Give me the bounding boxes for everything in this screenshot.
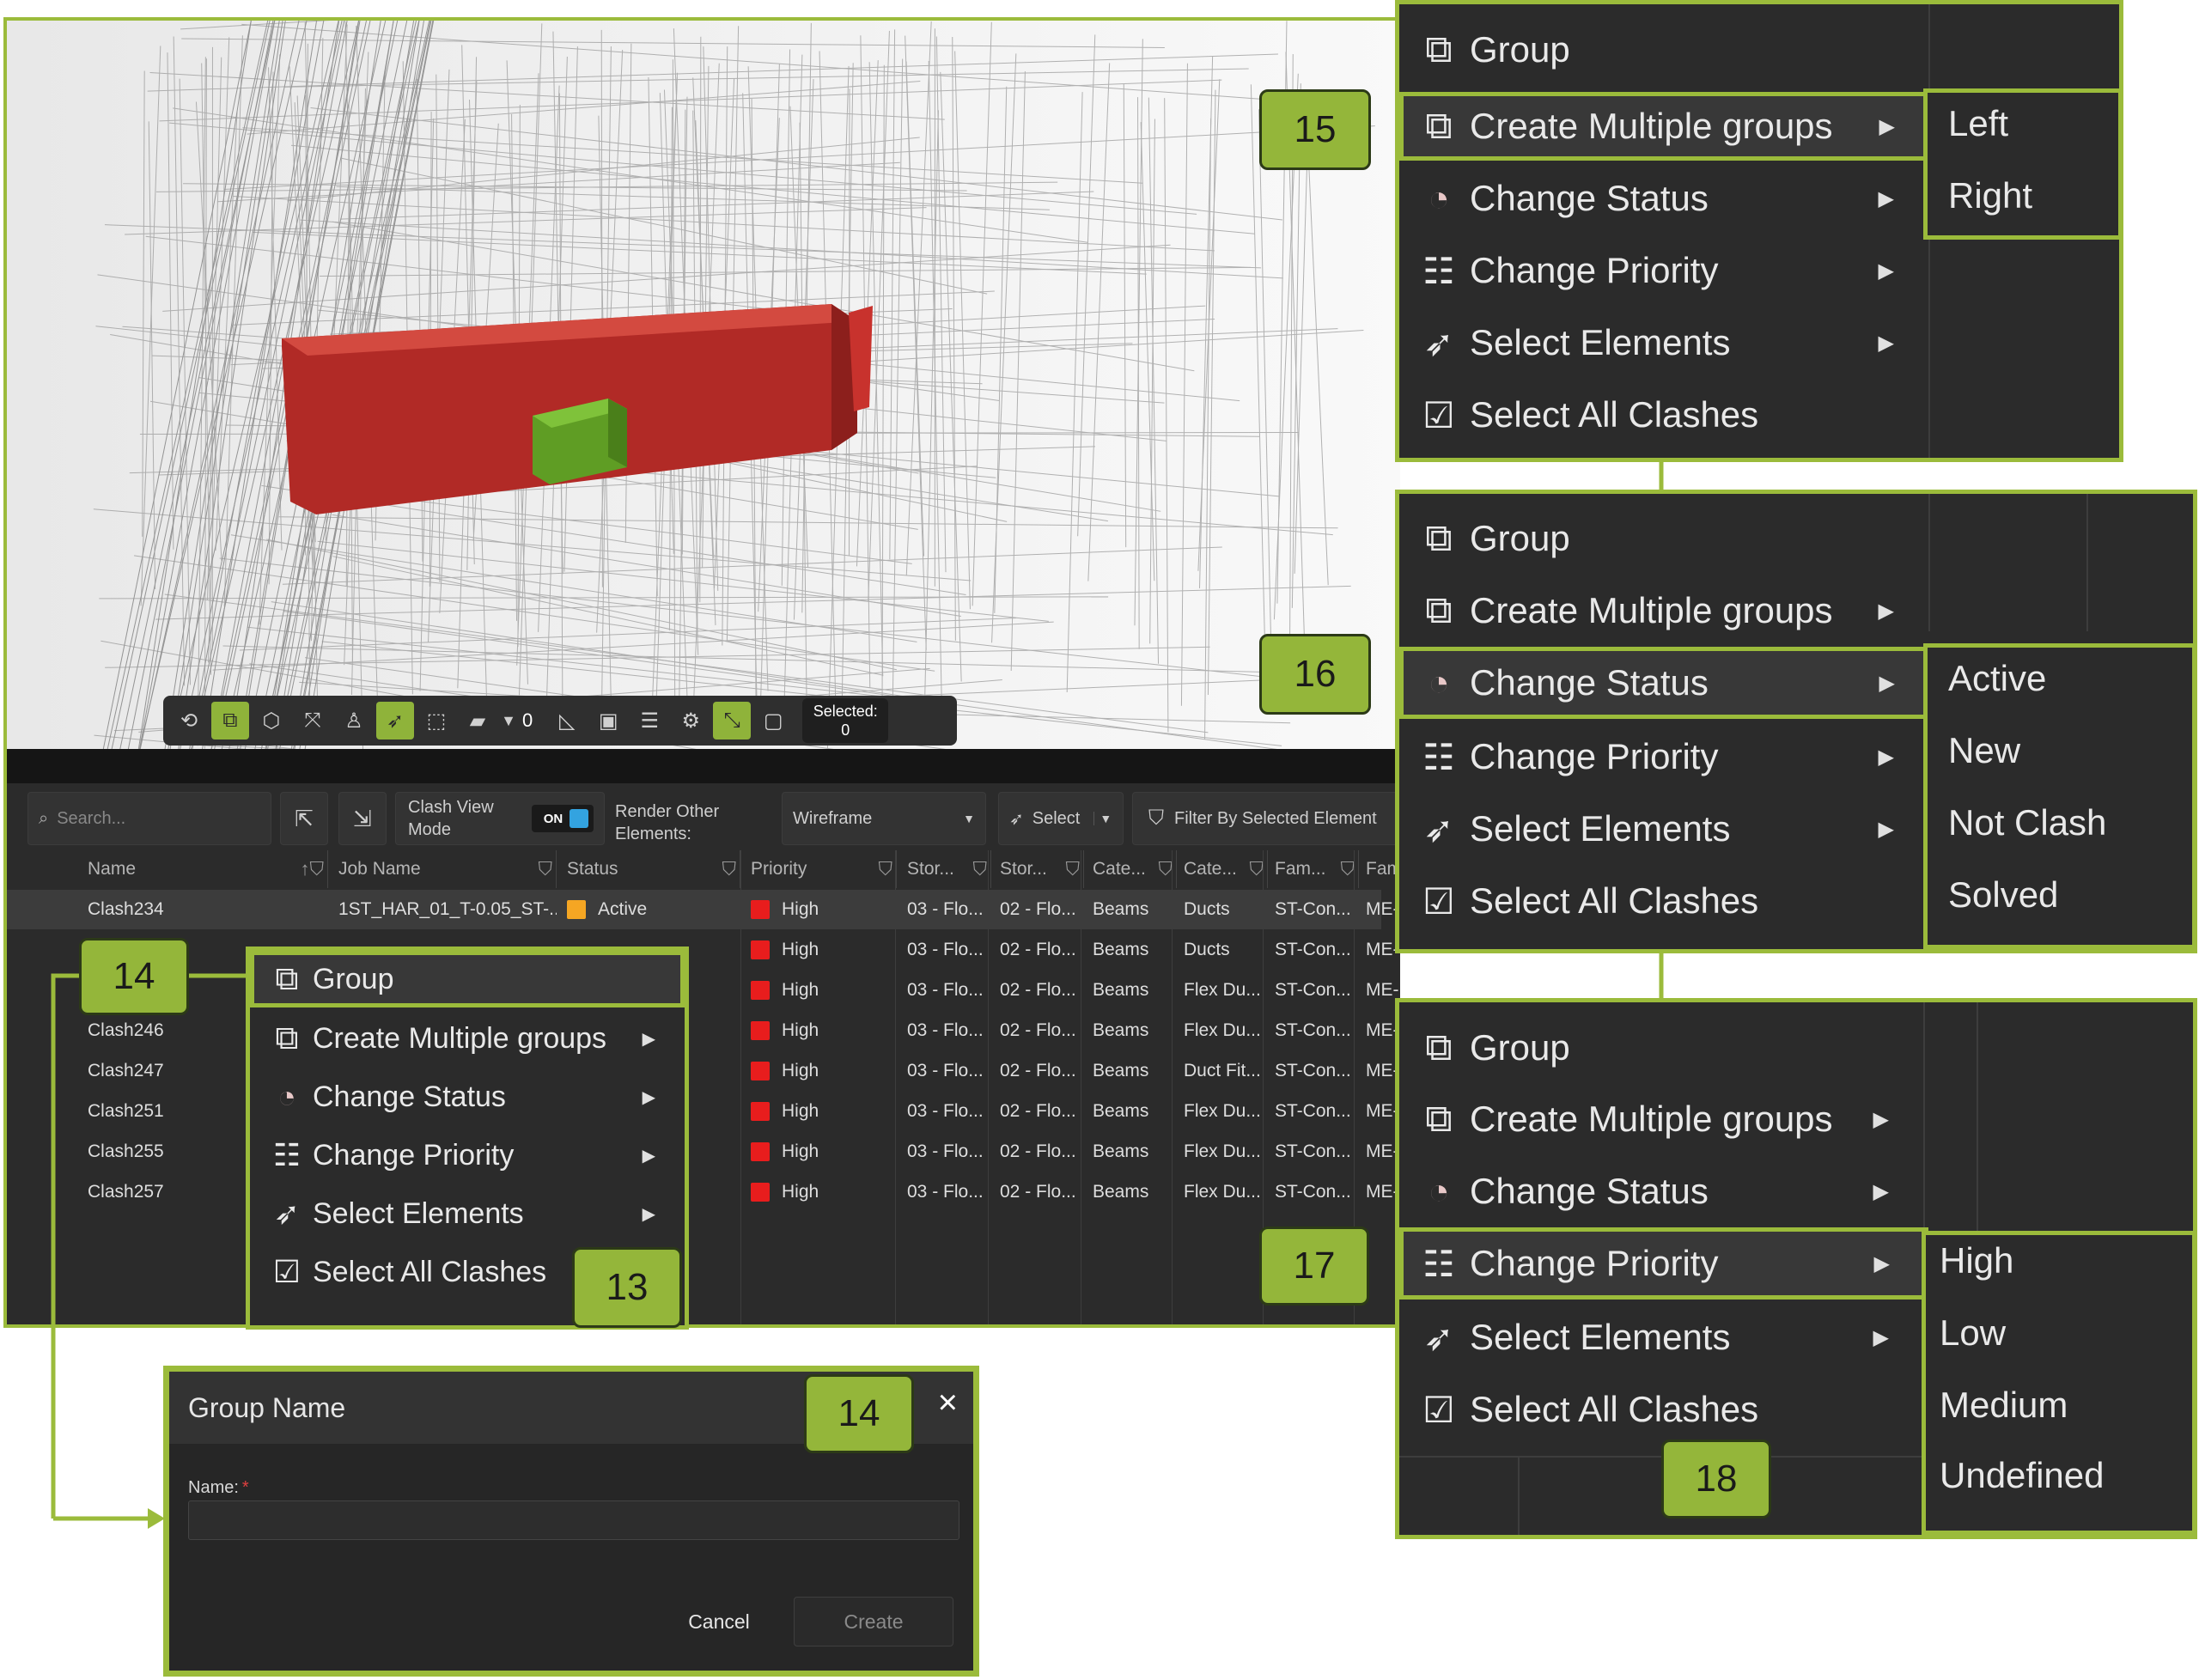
caret-right-icon: ▶ bbox=[642, 1087, 655, 1107]
cancel-button[interactable]: Cancel bbox=[650, 1597, 788, 1647]
create-multiple-icon: ⧉ bbox=[1425, 1098, 1453, 1140]
submenu-item-active[interactable]: Active bbox=[1948, 658, 2046, 699]
submenu-item-high[interactable]: High bbox=[1940, 1240, 2013, 1281]
create-multiple-icon: ⧉ bbox=[1425, 105, 1453, 147]
priority-icon: ☷ bbox=[1422, 250, 1455, 291]
context-menu-15: ⧉ Group ⧉ Create Multiple groups ▶ ◔ Cha… bbox=[1395, 0, 2123, 462]
submenu-item-not-clash[interactable]: Not Clash bbox=[1948, 802, 2106, 843]
dialog-title: Group Name bbox=[188, 1392, 346, 1423]
select-all-icon: ☑ bbox=[1422, 394, 1455, 435]
status-icon: ◔ bbox=[1428, 662, 1450, 703]
submenu-item-new[interactable]: New bbox=[1948, 730, 2020, 771]
create-multiple-icon: ⧉ bbox=[1425, 589, 1453, 631]
cursor-select-icon: ➶ bbox=[1423, 322, 1454, 363]
menu-item-change-status[interactable]: ◔ Change Status ▶ bbox=[250, 1068, 685, 1126]
menu-item-change-priority[interactable]: ☷ Change Priority ▶ bbox=[1399, 1227, 1928, 1300]
group-name-input[interactable] bbox=[188, 1500, 959, 1540]
priority-icon: ☷ bbox=[272, 1137, 302, 1172]
menu-item-group[interactable]: ⧉ Group bbox=[250, 951, 685, 1007]
menu-item-change-status[interactable]: ◔ Change Status ▶ bbox=[1399, 1155, 1923, 1227]
menu-item-select-all-clashes[interactable]: ☑ Select All Clashes bbox=[1399, 379, 1923, 451]
caret-right-icon: ▶ bbox=[1879, 114, 1895, 138]
caret-right-icon: ▶ bbox=[1878, 599, 1894, 623]
caret-right-icon: ▶ bbox=[1879, 671, 1895, 695]
submenu-status: Active New Not Clash Solved bbox=[1923, 643, 2196, 949]
caret-right-icon: ▶ bbox=[1878, 331, 1894, 355]
submenu-item-low[interactable]: Low bbox=[1940, 1312, 2006, 1354]
caret-right-icon: ▶ bbox=[642, 1204, 655, 1224]
callout-17: 17 bbox=[1259, 1227, 1369, 1306]
callout-15: 15 bbox=[1259, 89, 1371, 170]
callout-14: 14 bbox=[79, 938, 189, 1015]
select-all-icon: ☑ bbox=[1422, 1389, 1455, 1430]
submenu-item-medium[interactable]: Medium bbox=[1940, 1385, 2068, 1426]
menu-item-select-all-clashes[interactable]: ☑ Select All Clashes bbox=[1399, 1373, 1923, 1446]
menu-item-select-elements[interactable]: ➶ Select Elements ▶ bbox=[1399, 793, 1923, 865]
priority-icon: ☷ bbox=[1422, 736, 1455, 777]
menu-item-create-multiple[interactable]: ⧉ Create Multiple groups ▶ bbox=[1399, 1083, 1923, 1155]
caret-right-icon: ▶ bbox=[1873, 1107, 1889, 1131]
caret-right-icon: ▶ bbox=[1873, 1251, 1890, 1275]
select-all-icon: ☑ bbox=[1422, 880, 1455, 922]
context-menu-18: ⧉ Group ⧉ Create Multiple groups ▶ ◔ Cha… bbox=[1395, 998, 2197, 1539]
menu-item-select-elements[interactable]: ➶ Select Elements ▶ bbox=[250, 1184, 685, 1243]
menu-item-select-elements[interactable]: ➶ Select Elements ▶ bbox=[1399, 1301, 1923, 1373]
menu-item-select-elements[interactable]: ➶ Select Elements ▶ bbox=[1399, 307, 1923, 379]
caret-right-icon: ▶ bbox=[1878, 259, 1894, 283]
cursor-select-icon: ➶ bbox=[273, 1196, 301, 1231]
menu-item-group[interactable]: ⧉ Group bbox=[1399, 1013, 1923, 1083]
select-all-icon: ☑ bbox=[272, 1254, 302, 1289]
status-icon: ◔ bbox=[1428, 1171, 1450, 1211]
menu-item-change-status[interactable]: ◔ Change Status ▶ bbox=[1399, 162, 1923, 234]
submenu-item-right[interactable]: Right bbox=[1948, 175, 2032, 216]
menu-item-group[interactable]: ⧉ Group bbox=[1399, 502, 1923, 575]
cursor-select-icon: ➶ bbox=[1423, 1317, 1454, 1358]
menu-item-change-priority[interactable]: ☷ Change Priority ▶ bbox=[1399, 721, 1923, 793]
caret-right-icon: ▶ bbox=[642, 1029, 655, 1049]
menu-item-create-multiple[interactable]: ⧉ Create Multiple groups ▶ bbox=[1399, 575, 1923, 647]
context-menu-16: ⧉ Group ⧉ Create Multiple groups ▶ ◔ Cha… bbox=[1395, 490, 2197, 953]
submenu-item-solved[interactable]: Solved bbox=[1948, 874, 2058, 916]
caret-right-icon: ▶ bbox=[1878, 817, 1894, 841]
create-multiple-icon: ⧉ bbox=[275, 1020, 299, 1056]
submenu-item-undefined[interactable]: Undefined bbox=[1940, 1455, 2104, 1496]
status-icon: ◔ bbox=[1428, 178, 1450, 218]
create-button[interactable]: Create bbox=[794, 1597, 953, 1647]
menu-item-create-multiple[interactable]: ⧉ Create Multiple groups ▶ bbox=[1399, 92, 1928, 161]
callout-13: 13 bbox=[572, 1247, 682, 1328]
menu-item-select-all-clashes[interactable]: ☑ Select All Clashes bbox=[1399, 865, 1923, 937]
group-icon: ⧉ bbox=[275, 960, 299, 997]
group-icon: ⧉ bbox=[1425, 28, 1453, 70]
menu-item-group[interactable]: ⧉ Group bbox=[1399, 13, 1923, 87]
close-icon[interactable]: × bbox=[938, 1384, 958, 1422]
caret-right-icon: ▶ bbox=[1873, 1179, 1889, 1203]
submenu-priority: High Low Medium Undefined bbox=[1922, 1231, 2196, 1535]
callout-14-dialog: 14 bbox=[804, 1374, 914, 1453]
caret-right-icon: ▶ bbox=[1878, 186, 1894, 210]
caret-right-icon: ▶ bbox=[1873, 1325, 1889, 1349]
menu-item-change-priority[interactable]: ☷ Change Priority ▶ bbox=[250, 1126, 685, 1184]
menu-item-change-status[interactable]: ◔ Change Status ▶ bbox=[1399, 647, 1928, 719]
submenu-item-left[interactable]: Left bbox=[1948, 103, 2008, 144]
priority-icon: ☷ bbox=[1422, 1243, 1455, 1284]
required-marker: * bbox=[241, 1478, 249, 1497]
cursor-select-icon: ➶ bbox=[1423, 808, 1454, 849]
submenu-groups: Left Right bbox=[1923, 88, 2123, 240]
callout-18: 18 bbox=[1661, 1440, 1771, 1519]
callout-16: 16 bbox=[1259, 634, 1371, 715]
status-icon: ◔ bbox=[277, 1079, 296, 1114]
menu-item-create-multiple[interactable]: ⧉ Create Multiple groups ▶ bbox=[250, 1009, 685, 1068]
caret-right-icon: ▶ bbox=[642, 1146, 655, 1166]
menu-item-change-priority[interactable]: ☷ Change Priority ▶ bbox=[1399, 234, 1923, 307]
caret-right-icon: ▶ bbox=[1878, 745, 1894, 769]
group-icon: ⧉ bbox=[1425, 1026, 1453, 1068]
name-label: Name: * bbox=[188, 1478, 249, 1497]
group-icon: ⧉ bbox=[1425, 517, 1453, 559]
